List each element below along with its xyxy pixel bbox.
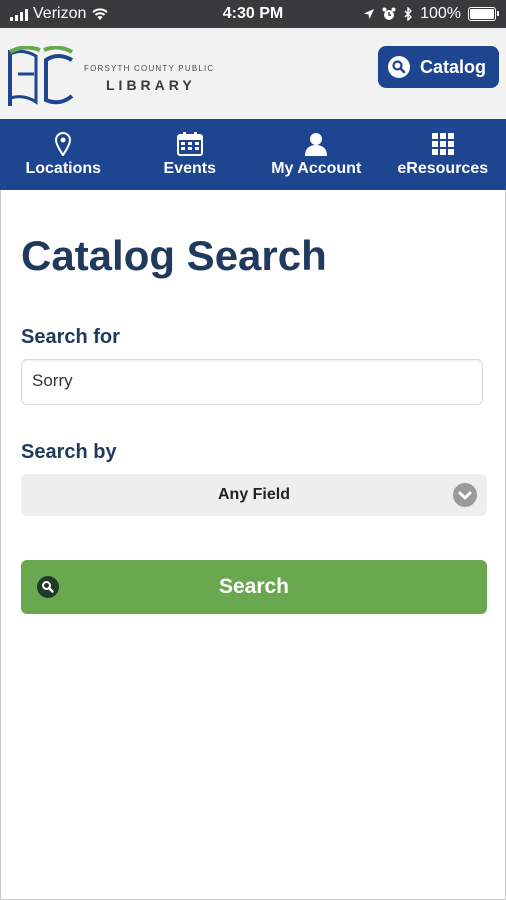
- nav-label-my-account: My Account: [271, 160, 362, 177]
- library-logo[interactable]: [6, 46, 76, 108]
- catalog-button-label: Catalog: [420, 56, 487, 77]
- main-nav: Locations Events My Account eResources: [0, 119, 506, 190]
- library-name-line1: FORSYTH COUNTY PUBLIC: [84, 64, 215, 73]
- search-button[interactable]: Search: [21, 560, 487, 614]
- catalog-button[interactable]: Catalog: [378, 46, 499, 88]
- alarm-icon: [382, 7, 396, 20]
- search-icon: [37, 576, 59, 598]
- battery-icon: [468, 7, 499, 21]
- grid-icon: [431, 133, 454, 155]
- app-header: FORSYTH COUNTY PUBLIC LIBRARY Catalog: [0, 28, 506, 119]
- chevron-down-icon: [453, 483, 477, 507]
- nav-label-events: Events: [163, 160, 216, 177]
- map-pin-icon: [55, 132, 72, 156]
- location-arrow-icon: [364, 9, 375, 19]
- search-by-select[interactable]: Any Field: [21, 474, 487, 516]
- search-button-label: Search: [218, 575, 290, 598]
- library-name-line2: LIBRARY: [106, 77, 196, 93]
- page-title: Catalog Search: [21, 232, 327, 279]
- search-for-label: Search for: [21, 326, 120, 348]
- calendar-icon: [176, 132, 203, 156]
- nav-item-my-account[interactable]: My Account: [253, 119, 380, 190]
- search-input[interactable]: Sorry: [21, 359, 483, 405]
- battery-percent: 100%: [420, 5, 461, 22]
- nav-item-eresources[interactable]: eResources: [380, 119, 506, 190]
- bluetooth-icon: [404, 7, 413, 21]
- status-bar: Verizon 4:30 PM 100%: [0, 0, 506, 28]
- nav-item-locations[interactable]: Locations: [0, 119, 127, 190]
- user-icon: [305, 133, 328, 156]
- status-right: 100%: [363, 5, 499, 23]
- library-name: FORSYTH COUNTY PUBLIC LIBRARY: [84, 64, 214, 93]
- nav-label-eresources: eResources: [397, 160, 489, 177]
- nav-item-events[interactable]: Events: [127, 119, 254, 190]
- search-by-label: Search by: [21, 441, 117, 463]
- nav-label-locations: Locations: [25, 160, 102, 177]
- search-by-selected: Any Field: [217, 486, 290, 503]
- search-icon: [388, 56, 410, 78]
